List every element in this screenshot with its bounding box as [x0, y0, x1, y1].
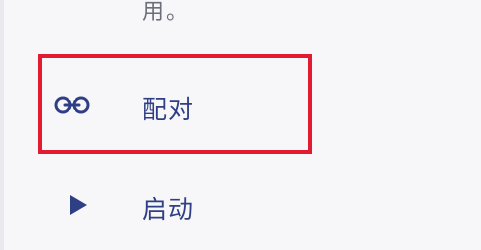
menu-item-pair[interactable]: 配对: [0, 68, 481, 140]
menu-item-launch-label: 启动: [142, 195, 195, 224]
link-icon: [52, 90, 92, 120]
menu-item-pair-label: 配对: [142, 95, 195, 124]
settings-page: 用。 配对 启动: [0, 0, 481, 250]
menu-item-launch[interactable]: 启动: [0, 170, 481, 242]
description-text-tail: 用。: [142, 0, 191, 25]
play-icon: [58, 190, 98, 220]
